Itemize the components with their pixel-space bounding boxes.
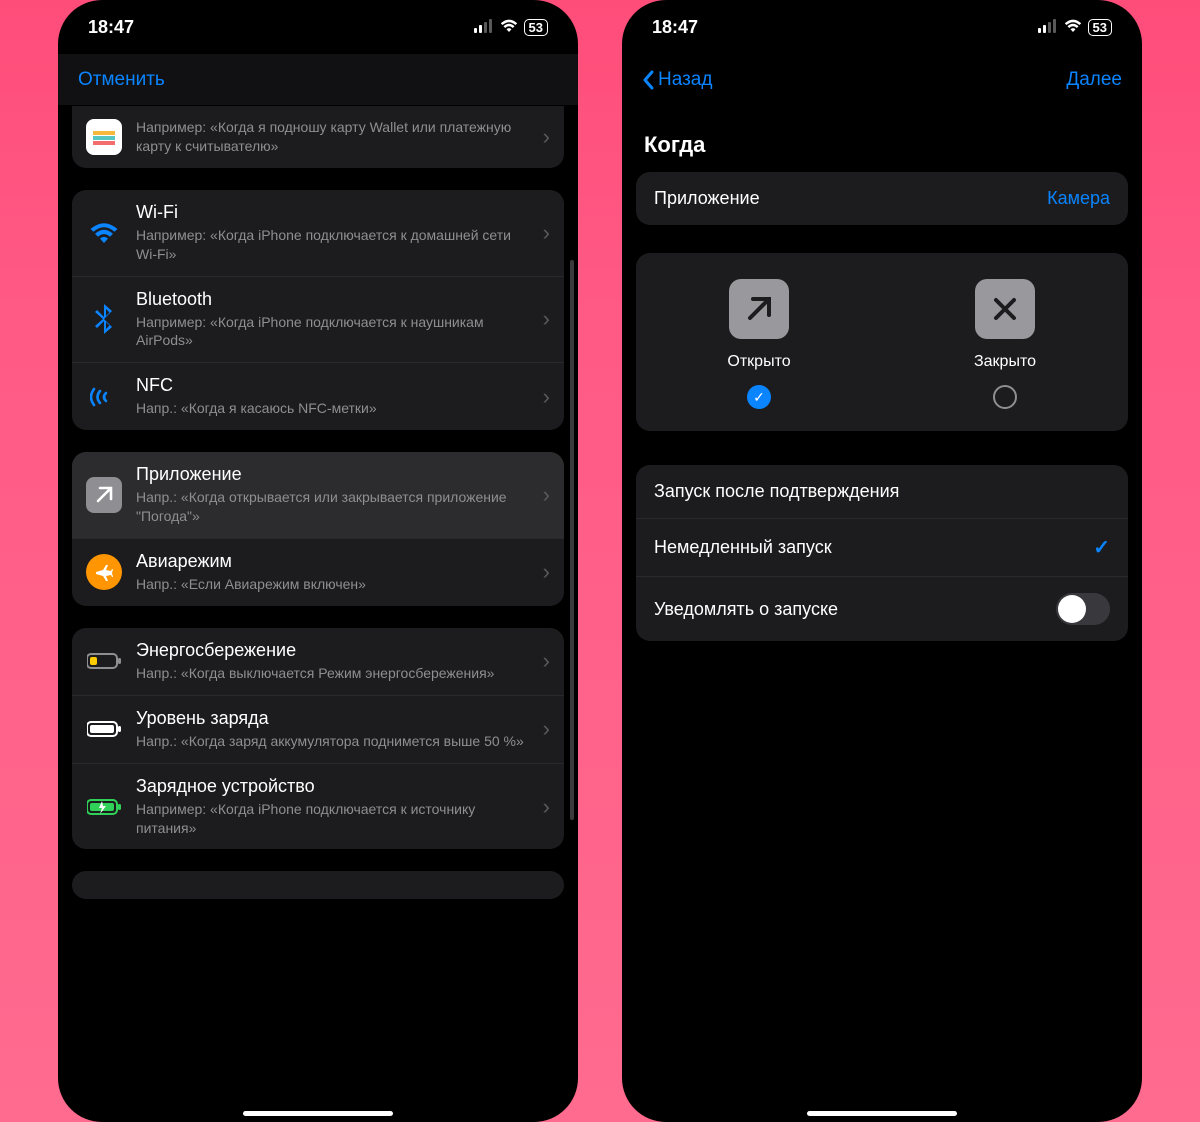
group-connectivity: Wi-Fi Например: «Когда iPhone подключает… (72, 190, 564, 430)
back-button[interactable]: Назад (642, 69, 712, 91)
airplane-icon (86, 554, 122, 590)
setting-label: Немедленный запуск (654, 537, 832, 558)
nav-bar-left: Отменить (58, 54, 578, 106)
option-label: Открыто (727, 353, 790, 371)
status-time: 18:47 (652, 17, 698, 38)
cancel-button[interactable]: Отменить (78, 69, 165, 91)
row-title: Wi-Fi (136, 202, 529, 223)
chevron-right-icon: › (543, 559, 550, 585)
chevron-right-icon: › (543, 482, 550, 508)
row-nfc[interactable]: NFC Напр.: «Когда я касаюсь NFC-метки» › (72, 362, 564, 430)
open-icon (729, 279, 789, 339)
row-immediate[interactable]: Немедленный запуск ✓ (636, 518, 1128, 576)
battery-indicator: 53 (524, 19, 548, 36)
open-close-options: Открыто ✓ Закрыто (636, 253, 1128, 431)
row-subtitle: Напр.: «Когда выключается Режим энергосб… (136, 664, 529, 683)
app-icon (86, 477, 122, 513)
status-bar: 18:47 53 (622, 0, 1142, 54)
wifi-icon (86, 215, 122, 251)
cellular-icon (474, 17, 494, 38)
chevron-right-icon: › (543, 716, 550, 742)
chevron-right-icon: › (543, 124, 550, 150)
section-title: Когда (644, 132, 1128, 158)
option-close[interactable]: Закрыто (882, 279, 1128, 409)
row-wallet[interactable]: Например: «Когда я подношу карту Wallet … (72, 106, 564, 168)
radio-close[interactable] (993, 385, 1017, 409)
wifi-icon (1064, 17, 1082, 38)
row-subtitle: Например: «Когда iPhone подключается к н… (136, 313, 529, 351)
wallet-icon (86, 119, 122, 155)
close-icon (975, 279, 1035, 339)
low-power-icon (86, 643, 122, 679)
status-time: 18:47 (88, 17, 134, 38)
home-indicator[interactable] (807, 1111, 957, 1116)
back-label: Назад (658, 69, 712, 91)
row-subtitle: Напр.: «Если Авиарежим включен» (136, 575, 529, 594)
when-config: Когда Приложение Камера Открыто ✓ Закрыт… (622, 106, 1142, 1110)
chevron-right-icon: › (543, 220, 550, 246)
chevron-right-icon: › (543, 648, 550, 674)
phone-left: 18:47 53 Отменить Например: «Когда я под… (58, 0, 578, 1122)
row-subtitle: Напр.: «Когда открывается или закрываетс… (136, 488, 529, 526)
row-subtitle: Например: «Когда я подношу карту Wallet … (136, 118, 529, 156)
group-power: Энергосбережение Напр.: «Когда выключает… (72, 628, 564, 850)
chevron-right-icon: › (543, 306, 550, 332)
charger-icon (86, 789, 122, 825)
group-cut (72, 871, 564, 899)
row-wifi[interactable]: Wi-Fi Например: «Когда iPhone подключает… (72, 190, 564, 276)
chevron-left-icon (642, 70, 654, 90)
setting-label: Запуск после подтверждения (654, 481, 899, 502)
notify-toggle[interactable] (1056, 593, 1110, 625)
row-subtitle: Например: «Когда iPhone подключается к и… (136, 800, 529, 838)
check-icon: ✓ (1093, 535, 1110, 560)
row-notify[interactable]: Уведомлять о запуске (636, 576, 1128, 641)
status-right: 53 (1038, 17, 1112, 38)
status-right: 53 (474, 17, 548, 38)
chevron-right-icon: › (543, 384, 550, 410)
next-button[interactable]: Далее (1066, 69, 1122, 91)
row-subtitle: Напр.: «Когда я касаюсь NFC-метки» (136, 399, 529, 418)
option-label: Закрыто (974, 353, 1036, 371)
setting-label: Уведомлять о запуске (654, 599, 838, 620)
group-app: Приложение Напр.: «Когда открывается или… (72, 452, 564, 606)
kv-value: Камера (1047, 188, 1110, 209)
run-settings: Запуск после подтверждения Немедленный з… (636, 465, 1128, 641)
wifi-icon (500, 17, 518, 38)
row-bluetooth[interactable]: Bluetooth Например: «Когда iPhone подклю… (72, 276, 564, 363)
phone-right: 18:47 53 Назад Далее Когда Приложение Ка… (622, 0, 1142, 1122)
row-subtitle: Напр.: «Когда заряд аккумулятора подниме… (136, 732, 529, 751)
nav-bar-right: Назад Далее (622, 54, 1142, 106)
bluetooth-icon (86, 301, 122, 337)
radio-open[interactable]: ✓ (747, 385, 771, 409)
scrollbar[interactable] (570, 260, 574, 820)
chevron-right-icon: › (543, 794, 550, 820)
row-title: Зарядное устройство (136, 776, 529, 797)
row-title: Уровень заряда (136, 708, 529, 729)
row-title: NFC (136, 375, 529, 396)
row-title: Энергосбережение (136, 640, 529, 661)
status-bar: 18:47 53 (58, 0, 578, 54)
nfc-icon (86, 379, 122, 415)
row-title: Авиарежим (136, 551, 529, 572)
kv-label: Приложение (654, 188, 760, 209)
group-wallet: Например: «Когда я подношу карту Wallet … (72, 106, 564, 168)
row-airplane[interactable]: Авиарежим Напр.: «Если Авиарежим включен… (72, 538, 564, 606)
trigger-list[interactable]: Например: «Когда я подношу карту Wallet … (58, 106, 578, 1110)
option-open[interactable]: Открыто ✓ (636, 279, 882, 409)
row-confirm[interactable]: Запуск после подтверждения (636, 465, 1128, 518)
row-battery-level[interactable]: Уровень заряда Напр.: «Когда заряд аккум… (72, 695, 564, 763)
row-charger[interactable]: Зарядное устройство Например: «Когда iPh… (72, 763, 564, 850)
cellular-icon (1038, 17, 1058, 38)
row-title: Приложение (136, 464, 529, 485)
home-indicator[interactable] (243, 1111, 393, 1116)
row-subtitle: Например: «Когда iPhone подключается к д… (136, 226, 529, 264)
app-select-row[interactable]: Приложение Камера (636, 172, 1128, 225)
row-title: Bluetooth (136, 289, 529, 310)
row-lowpower[interactable]: Энергосбережение Напр.: «Когда выключает… (72, 628, 564, 695)
battery-indicator: 53 (1088, 19, 1112, 36)
battery-icon (86, 711, 122, 747)
row-app[interactable]: Приложение Напр.: «Когда открывается или… (72, 452, 564, 538)
